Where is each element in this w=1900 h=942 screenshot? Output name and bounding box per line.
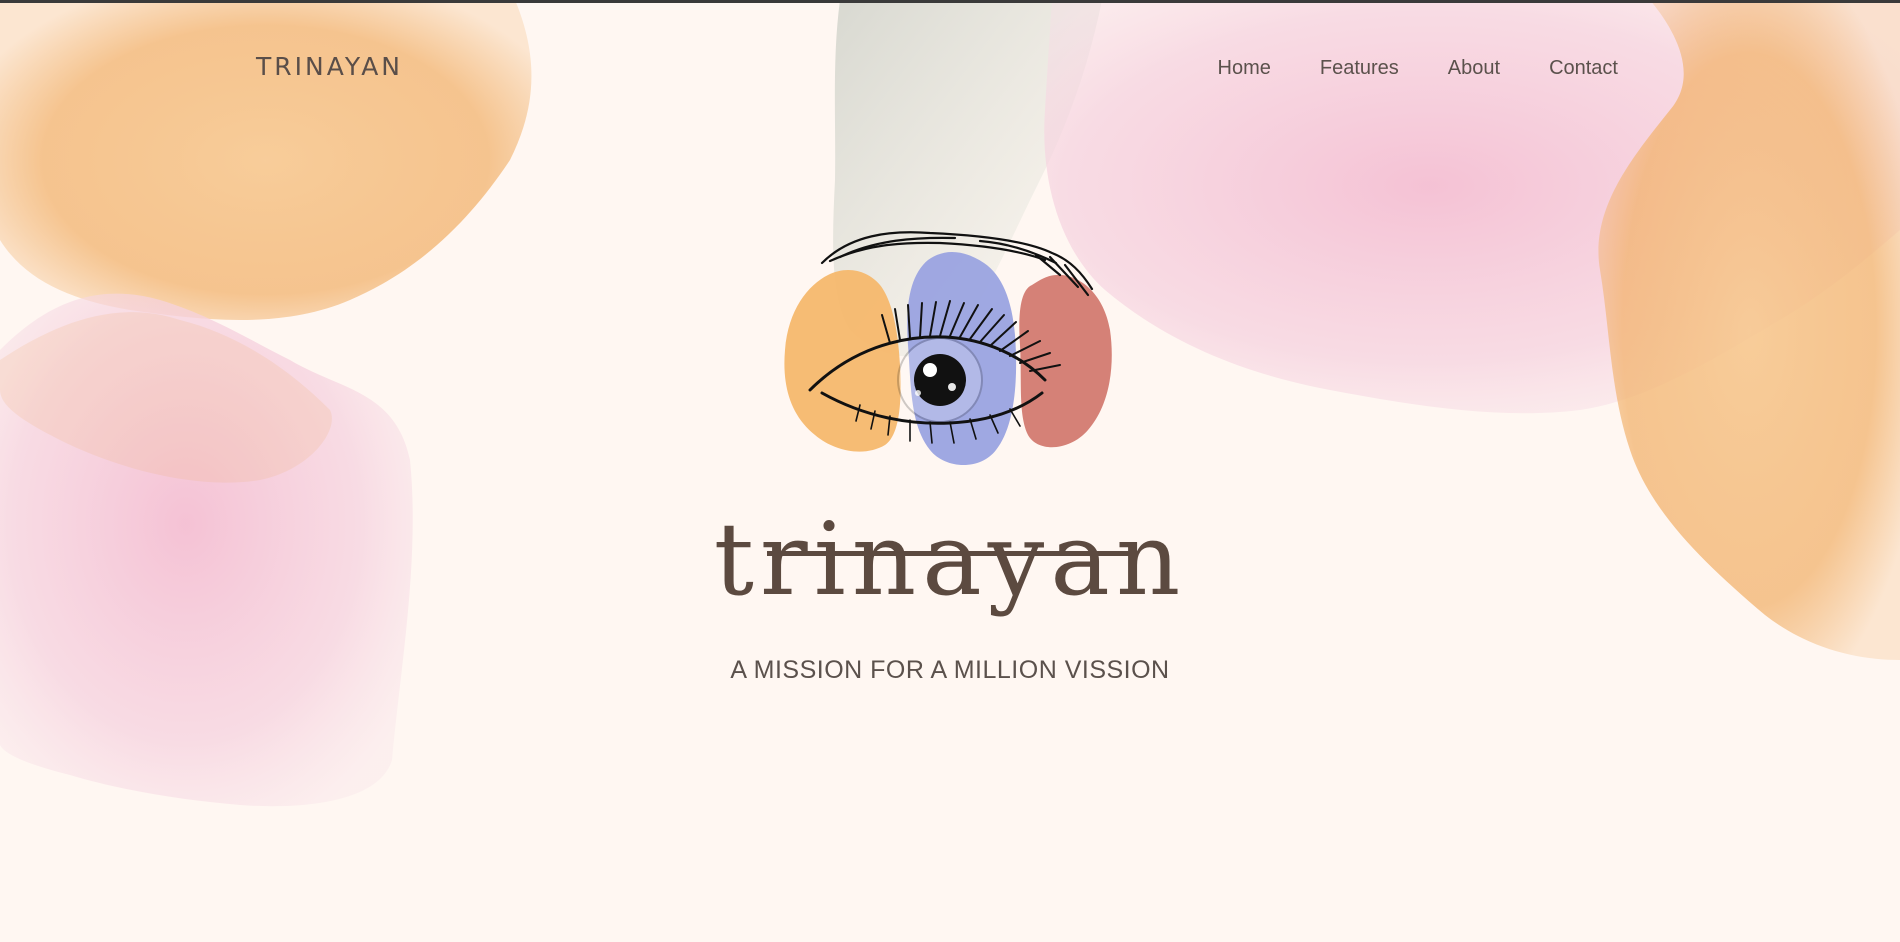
brand-logo-text[interactable]: TRINAYAN xyxy=(256,52,403,81)
main-menu: Home Features About Contact xyxy=(1218,57,1619,80)
nav-features-link[interactable]: Features xyxy=(1320,57,1399,80)
eye-logo-icon xyxy=(784,231,1112,466)
nav-about-link[interactable]: About xyxy=(1448,57,1500,80)
nav-contact-link[interactable]: Contact xyxy=(1549,57,1618,80)
navbar: TRINAYAN Home Features About Contact xyxy=(0,0,1900,136)
hero-tagline: A MISSION FOR A MILLION VISSION xyxy=(730,656,1170,684)
nav-home-link[interactable]: Home xyxy=(1218,57,1271,80)
top-strip xyxy=(0,0,1900,3)
hero-title: trinayan xyxy=(713,501,1187,618)
